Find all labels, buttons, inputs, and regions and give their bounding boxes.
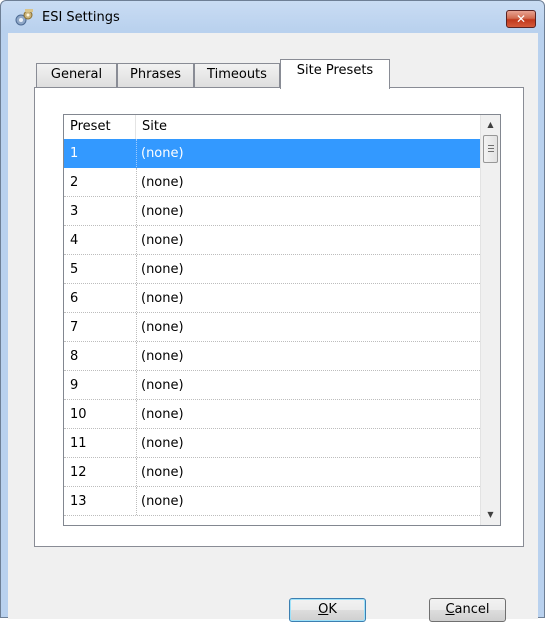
preset-number: 8 [70,349,79,364]
preset-number: 1 [70,146,79,161]
preset-number: 12 [70,465,87,480]
site-value: (none) [136,168,184,196]
scroll-thumb[interactable] [483,135,498,163]
site-value: (none) [136,342,184,370]
preset-number: 11 [70,436,87,451]
site-value: (none) [136,487,184,515]
list-item[interactable]: 5 (none) [64,255,480,284]
column-header-preset[interactable]: Preset [64,115,136,139]
list-header: Preset Site [64,115,480,139]
site-value: (none) [136,284,184,312]
site-presets-list[interactable]: Preset Site 1 (none) 2 (none) 3 (none) 4… [63,114,501,526]
list-item[interactable]: 12 (none) [64,458,480,487]
site-presets-panel: Preset Site 1 (none) 2 (none) 3 (none) 4… [34,87,524,547]
dialog-client-area: General Phrases Timeouts Site Presets Pr… [8,33,538,622]
tab-label: General [50,67,103,82]
list-item[interactable]: 2 (none) [64,168,480,197]
tab-label: Phrases [130,67,181,82]
title-bar[interactable]: ESI Settings ✕ [1,1,544,33]
close-button[interactable]: ✕ [506,10,536,28]
preset-number: 7 [70,320,79,335]
site-value: (none) [136,429,184,457]
window-title: ESI Settings [42,10,120,25]
preset-number: 9 [70,378,79,393]
list-item[interactable]: 6 (none) [64,284,480,313]
site-value: (none) [136,139,184,167]
cancel-button[interactable]: Cancel [429,598,506,622]
close-icon: ✕ [515,12,527,26]
site-value: (none) [136,458,184,486]
scroll-down-button[interactable]: ▼ [481,505,500,525]
list-item[interactable]: 9 (none) [64,371,480,400]
list-item[interactable]: 3 (none) [64,197,480,226]
list-item[interactable]: 4 (none) [64,226,480,255]
tab-label: Timeouts [207,67,267,82]
grip-line [488,148,494,149]
tab-general[interactable]: General [36,63,117,87]
site-value: (none) [136,226,184,254]
cancel-label: ancel [454,602,490,617]
tab-label: Site Presets [296,63,374,78]
scroll-up-button[interactable]: ▲ [481,115,500,135]
tab-site-presets[interactable]: Site Presets [280,59,390,89]
site-value: (none) [136,313,184,341]
site-value: (none) [136,255,184,283]
ok-label: K [328,602,337,617]
site-value: (none) [136,197,184,225]
site-value: (none) [136,371,184,399]
settings-window: ESI Settings ✕ General Phrases Timeouts … [0,0,545,622]
preset-number: 4 [70,233,79,248]
up-arrow-icon: ▲ [487,120,494,129]
list-item[interactable]: 10 (none) [64,400,480,429]
site-value: (none) [136,400,184,428]
preset-number: 13 [70,494,87,509]
preset-number: 2 [70,175,79,190]
ok-button[interactable]: OK [289,598,366,622]
cancel-accelerator: C [445,602,455,617]
tab-phrases[interactable]: Phrases [117,63,194,87]
list-item[interactable]: 1 (none) [64,139,480,168]
vertical-scrollbar[interactable]: ▲ ▼ [480,115,500,525]
grip-line [488,145,494,146]
grip-line [488,151,494,152]
list-item[interactable]: 11 (none) [64,429,480,458]
preset-number: 5 [70,262,79,277]
down-arrow-icon: ▼ [487,510,494,519]
list-item[interactable]: 8 (none) [64,342,480,371]
list-rows: 1 (none) 2 (none) 3 (none) 4 (none) 5 (n… [64,139,480,516]
list-item[interactable]: 7 (none) [64,313,480,342]
preset-number: 10 [70,407,87,422]
preset-number: 6 [70,291,79,306]
ok-accelerator: O [318,602,329,617]
settings-gears-icon [15,9,33,26]
list-item[interactable]: 13 (none) [64,487,480,516]
column-header-site[interactable]: Site [136,115,480,139]
preset-number: 3 [70,204,79,219]
tab-timeouts[interactable]: Timeouts [194,63,280,87]
